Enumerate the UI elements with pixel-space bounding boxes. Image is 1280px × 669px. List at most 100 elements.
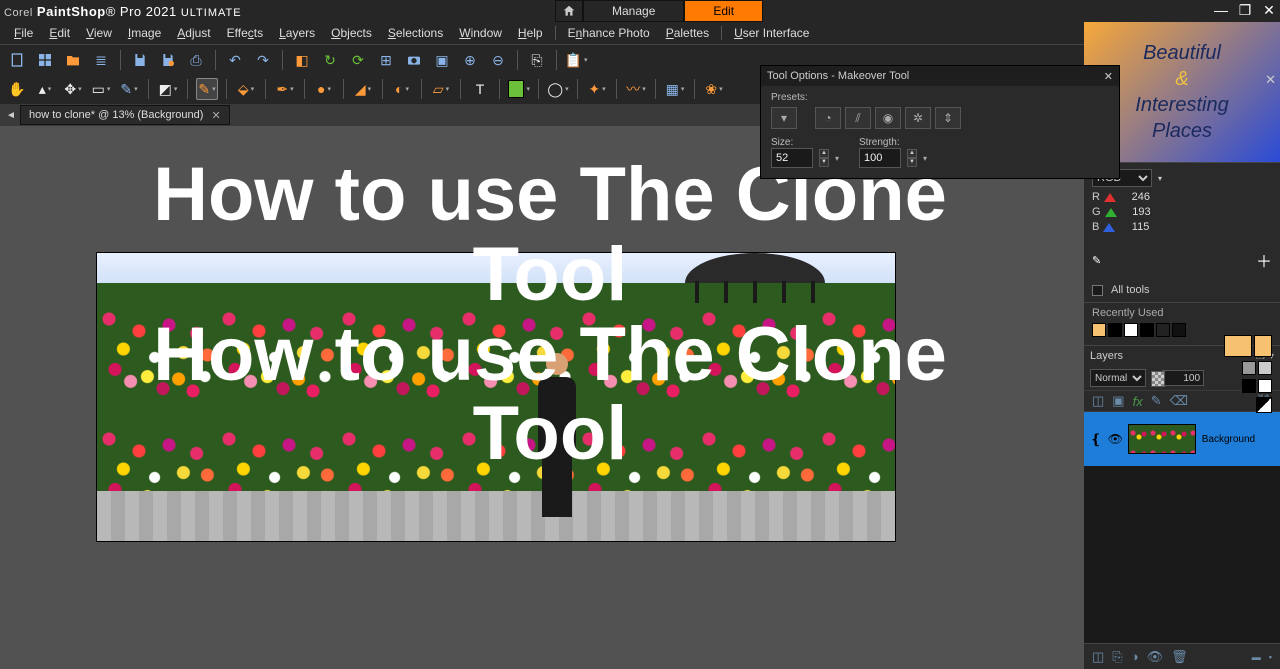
preset-blemish[interactable]: ◔ <box>815 107 841 129</box>
zoom-in-button[interactable]: ⊕ <box>459 49 481 71</box>
menu-enhance-photo[interactable]: Enhance Photo <box>560 26 658 40</box>
opacity-input[interactable]: 100 <box>1162 370 1204 386</box>
tool-options-panel[interactable]: Tool Options - Makeover Tool ✕ Presets: … <box>760 65 1120 179</box>
panel-close[interactable]: ✕ <box>1265 72 1276 88</box>
menu-image[interactable]: Image <box>120 26 169 40</box>
size-up[interactable]: ▲ <box>819 149 829 158</box>
tool-options-close[interactable]: ✕ <box>1104 70 1113 83</box>
size-input[interactable]: 52 <box>771 148 813 168</box>
preset-dropdown[interactable]: ▾ <box>771 107 797 129</box>
new-file-button[interactable] <box>6 49 28 71</box>
recent-swatch[interactable] <box>1140 323 1154 337</box>
eyedropper-icon[interactable]: ✎ <box>1092 254 1101 267</box>
maximize-button[interactable]: ❐ <box>1238 2 1252 19</box>
clone-tool[interactable]: ● <box>313 78 335 100</box>
adjust-button[interactable]: ↻ <box>319 49 341 71</box>
mesh-tool[interactable]: ▦ <box>664 78 686 100</box>
dodge-tool[interactable]: ◐ <box>391 78 413 100</box>
layer-expand[interactable]: ❴ <box>1090 431 1102 448</box>
layer-name[interactable]: Background <box>1202 434 1255 445</box>
layer-thumbnail[interactable] <box>1128 424 1196 454</box>
g-value[interactable]: 193 <box>1121 206 1151 218</box>
scanner-button[interactable]: ≣ <box>90 49 112 71</box>
add-swatch-button[interactable]: ＋ <box>1256 248 1272 272</box>
menu-adjust[interactable]: Adjust <box>169 26 218 40</box>
fill-tool[interactable] <box>508 78 530 100</box>
menu-edit[interactable]: Edit <box>41 26 78 40</box>
menu-file[interactable]: File <box>6 26 41 40</box>
r-value[interactable]: 246 <box>1120 191 1150 203</box>
menu-selections[interactable]: Selections <box>380 26 451 40</box>
picture-tube-tool[interactable]: ✦ <box>586 78 608 100</box>
workspace[interactable] <box>0 142 1084 669</box>
instant-effects-button[interactable]: ◧ <box>291 49 313 71</box>
swap-swatch[interactable] <box>1242 361 1256 375</box>
delete-layer-button[interactable]: ⌫ <box>1170 393 1188 409</box>
blend-mode-select[interactable]: Normal <box>1090 369 1146 387</box>
preset-toothbrush[interactable]: ⫽ <box>845 107 871 129</box>
print-button[interactable]: ⎙ <box>185 49 207 71</box>
document-tab[interactable]: how to clone* @ 13% (Background) ✕ <box>20 105 230 125</box>
pick-tool[interactable]: ▴ <box>34 78 56 100</box>
pan-tool[interactable]: ✋ <box>6 78 28 100</box>
preset-thinify[interactable]: ⇕ <box>935 107 961 129</box>
launch-button[interactable]: ⎘ <box>526 49 548 71</box>
crop-tool[interactable]: ◩ <box>157 78 179 100</box>
foreground-swatch[interactable] <box>1224 335 1252 357</box>
save-button[interactable] <box>129 49 151 71</box>
text-tool[interactable]: T <box>469 78 491 100</box>
rotate-button[interactable]: ⟳ <box>347 49 369 71</box>
zoom-out-button[interactable]: ⊖ <box>487 49 509 71</box>
open-file-button[interactable] <box>62 49 84 71</box>
scratch-remover-tool[interactable]: ◢ <box>352 78 374 100</box>
preset-suntan[interactable]: ✲ <box>905 107 931 129</box>
undo-button[interactable]: ↶ <box>224 49 246 71</box>
new-group-button[interactable]: ✎ <box>1151 393 1162 409</box>
minimize-button[interactable]: — <box>1214 2 1228 19</box>
save-as-button[interactable] <box>157 49 179 71</box>
menu-effects[interactable]: Effects <box>219 26 271 40</box>
menu-palettes[interactable]: Palettes <box>658 26 717 40</box>
grid-button[interactable] <box>34 49 56 71</box>
recent-swatch[interactable] <box>1108 323 1122 337</box>
menu-view[interactable]: View <box>78 26 120 40</box>
menu-window[interactable]: Window <box>451 26 510 40</box>
doc-tab-prev[interactable]: ◄ <box>4 108 18 122</box>
tab-edit[interactable]: Edit <box>684 0 763 22</box>
menu-objects[interactable]: Objects <box>323 26 380 40</box>
selection-tool[interactable]: ▭ <box>90 78 112 100</box>
all-tools-checkbox[interactable] <box>1092 285 1103 296</box>
new-mask-button[interactable]: ▣ <box>1112 393 1124 409</box>
close-button[interactable]: ✕ <box>1262 2 1276 19</box>
menu-help[interactable]: Help <box>510 26 551 40</box>
tab-manage[interactable]: Manage <box>583 0 684 22</box>
preset-eye-drop[interactable]: ◉ <box>875 107 901 129</box>
canvas[interactable] <box>96 252 896 542</box>
b-value[interactable]: 115 <box>1119 221 1149 233</box>
color-mode-more[interactable]: ▾ <box>1158 174 1162 183</box>
layer-view-icon[interactable]: 👁 <box>1147 649 1164 665</box>
redo-button[interactable]: ↷ <box>252 49 274 71</box>
dropper-tool[interactable]: ✎ <box>118 78 140 100</box>
menu-layers[interactable]: Layers <box>271 26 323 40</box>
recent-swatch[interactable] <box>1172 323 1186 337</box>
camera-button[interactable] <box>403 49 425 71</box>
strength-input[interactable]: 100 <box>859 148 901 168</box>
layer-trash-icon[interactable]: 🗑 <box>1171 649 1188 665</box>
swap-swatch-2[interactable] <box>1258 361 1272 375</box>
layer-duplicate-icon[interactable]: ⎘ <box>1112 649 1122 665</box>
bw-swatch-w[interactable] <box>1258 379 1272 393</box>
fg-swatch-2[interactable] <box>1254 335 1272 357</box>
strength-more[interactable]: ▾ <box>923 154 927 163</box>
menu-user-interface[interactable]: User Interface <box>726 26 817 40</box>
screenshot-button[interactable]: ▣ <box>431 49 453 71</box>
strength-up[interactable]: ▲ <box>907 149 917 158</box>
layer-zoom-in[interactable]: ▪ <box>1269 652 1272 662</box>
layers-list[interactable]: ❴ 👁 Background <box>1084 412 1280 643</box>
bw-swatch-b[interactable] <box>1242 379 1256 393</box>
new-layer-button[interactable]: ◫ <box>1092 393 1104 409</box>
recent-swatch[interactable] <box>1124 323 1138 337</box>
tool-options-header[interactable]: Tool Options - Makeover Tool ✕ <box>761 66 1119 86</box>
recent-swatch[interactable] <box>1092 323 1106 337</box>
layer-new-icon[interactable]: ◫ <box>1092 649 1104 665</box>
